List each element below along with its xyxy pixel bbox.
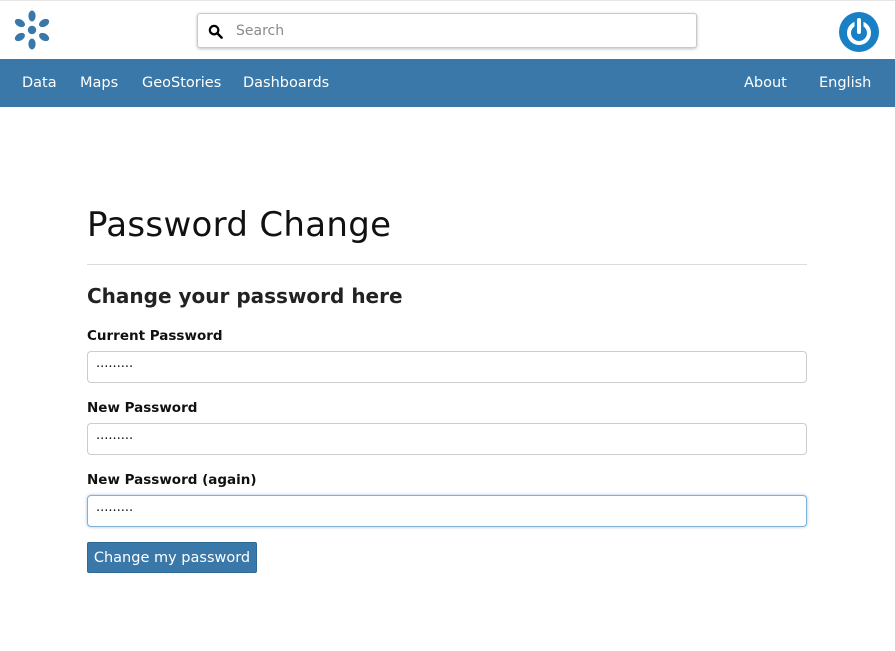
current-password-field[interactable] (87, 351, 807, 383)
page-title: Password Change (87, 205, 392, 245)
search-box[interactable] (197, 13, 697, 48)
search-input[interactable] (236, 20, 686, 42)
nav-item-geostories[interactable]: GeoStories (142, 59, 221, 107)
search-icon[interactable] (208, 24, 223, 39)
confirm-password-label: New Password (again) (87, 472, 257, 488)
page-subtitle: Change your password here (87, 284, 403, 308)
nav-item-about[interactable]: About (744, 59, 787, 107)
new-password-label: New Password (87, 400, 198, 416)
new-password-field[interactable] (87, 423, 807, 455)
nav-item-maps[interactable]: Maps (80, 59, 118, 107)
current-password-label: Current Password (87, 328, 223, 344)
title-divider (87, 264, 807, 265)
confirm-password-field[interactable] (87, 495, 807, 527)
nav-item-data[interactable]: Data (22, 59, 57, 107)
main-navbar: Data Maps GeoStories Dashboards About En… (0, 59, 895, 107)
nav-item-language[interactable]: English (819, 59, 871, 107)
top-header (0, 0, 895, 59)
nav-item-dashboards[interactable]: Dashboards (243, 59, 329, 107)
geonode-logo-icon[interactable] (11, 9, 53, 51)
change-password-button[interactable]: Change my password (87, 542, 257, 573)
power-icon[interactable] (838, 11, 880, 53)
